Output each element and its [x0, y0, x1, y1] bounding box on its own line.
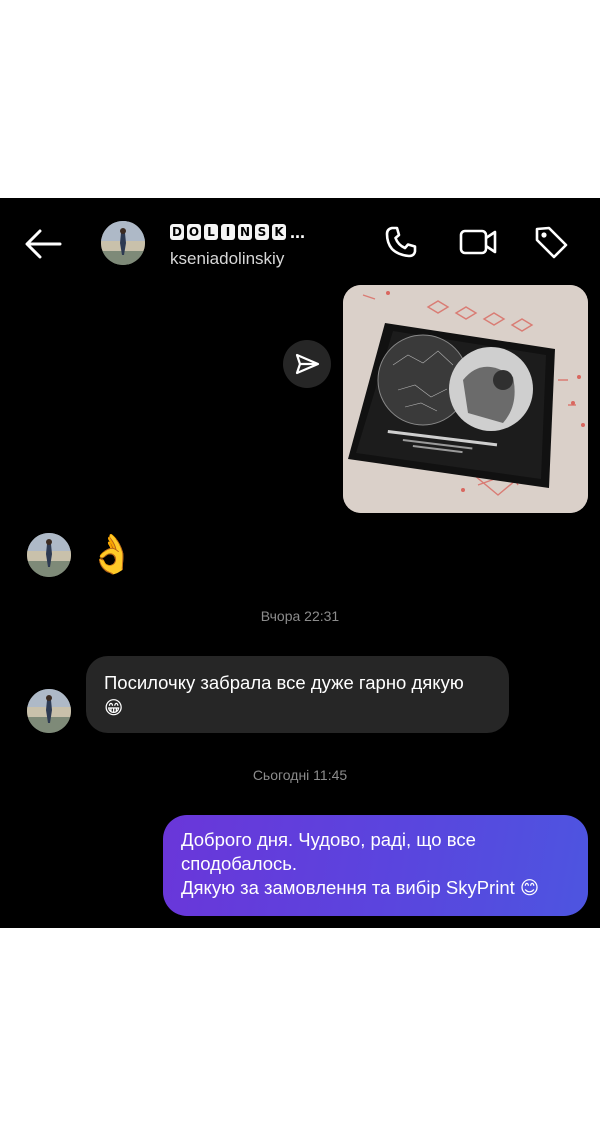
timestamp: Вчора 22:31: [260, 608, 340, 624]
message-line: Дякую за замовлення та вибір SkyPrint 😊: [181, 877, 540, 898]
contact-avatar[interactable]: [101, 221, 145, 265]
contact-avatar-small[interactable]: [27, 689, 71, 733]
name-letter: N: [238, 224, 252, 240]
name-letter: D: [170, 224, 184, 240]
name-ellipsis: ...: [290, 222, 306, 242]
video-camera-icon[interactable]: [459, 224, 499, 260]
timestamp: Сьогодні 11:45: [252, 767, 348, 783]
chat-screen: D O L I N S K ... kseniadolinskiy 👌😁 Вчо…: [0, 198, 600, 928]
message-line: Посилочку забрала все дуже гарно дякую: [104, 672, 464, 693]
outgoing-message-bubble[interactable]: Доброго дня. Чудово, раді, що все сподоб…: [163, 815, 588, 916]
name-letter: I: [221, 224, 235, 240]
name-letter: L: [204, 224, 218, 240]
name-letter: O: [187, 224, 201, 240]
message-line: 😁: [104, 697, 124, 718]
name-letter: S: [255, 224, 269, 240]
incoming-message-bubble[interactable]: Посилочку забрала все дуже гарно дякую 😁: [86, 656, 509, 733]
contact-username[interactable]: kseniadolinskiy: [170, 249, 284, 269]
tag-icon[interactable]: [533, 224, 569, 260]
name-letter: K: [272, 224, 286, 240]
shared-photo[interactable]: [343, 285, 588, 513]
arrow-left-icon[interactable]: [22, 226, 64, 262]
emoji-message[interactable]: 👌😁: [88, 532, 175, 576]
message-line: Доброго дня. Чудово, раді, що все: [181, 829, 476, 850]
message-line: сподобалось.: [181, 853, 298, 874]
contact-avatar-small[interactable]: [27, 533, 71, 577]
chat-header: D O L I N S K ... kseniadolinskiy: [0, 198, 600, 286]
contact-display-name[interactable]: D O L I N S K ...: [170, 223, 305, 241]
send-arrow-icon[interactable]: [283, 340, 331, 388]
phone-icon[interactable]: [383, 224, 419, 260]
